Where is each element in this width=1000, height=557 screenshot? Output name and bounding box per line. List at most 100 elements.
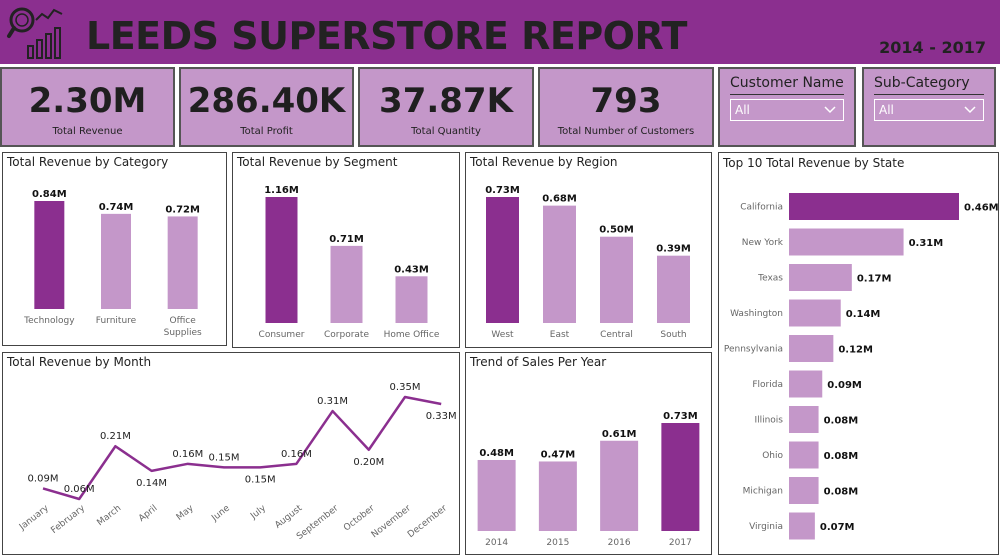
date-range: 2014 - 2017 bbox=[879, 38, 986, 57]
category-label: 2015 bbox=[546, 538, 569, 548]
data-label: 0.12M bbox=[838, 345, 873, 356]
region-bar-chart: 0.73M West 0.68M East 0.50M Central 0.39M South bbox=[485, 185, 691, 340]
data-label: 1.16M bbox=[264, 185, 299, 196]
bar bbox=[789, 335, 834, 362]
chevron-down-icon bbox=[964, 106, 976, 114]
data-label: 0.08M bbox=[824, 416, 859, 427]
data-label: 0.21M bbox=[100, 431, 131, 442]
segment-bar-chart: 1.16M Consumer 0.71M Corporate 0.43M Home Off… bbox=[259, 185, 440, 340]
category-label: Florida bbox=[752, 380, 783, 390]
data-label: 0.46M bbox=[964, 203, 998, 214]
bar bbox=[789, 299, 841, 327]
data-label: 0.43M bbox=[394, 264, 429, 275]
bar bbox=[34, 201, 65, 309]
bar bbox=[789, 512, 815, 540]
chart-revenue-by-region: Total Revenue by Region 0.73M West 0.68M Ea… bbox=[465, 152, 712, 348]
data-label: 0.09M bbox=[28, 473, 59, 484]
bar bbox=[486, 197, 519, 323]
kpi-card-total-revenue: 2.30M Total Revenue bbox=[0, 67, 175, 147]
kpi-card-total-quantity: 37.87K Total Quantity bbox=[358, 67, 534, 147]
data-label: 0.16M bbox=[281, 449, 312, 460]
page-title: LEEDS SUPERSTORE REPORT bbox=[86, 14, 687, 58]
data-label: 0.73M bbox=[485, 185, 520, 196]
category-label: Furniture bbox=[96, 316, 137, 326]
month-line-chart: 0.09M January 0.06M February 0.21M March 0.14M… bbox=[17, 382, 457, 542]
category-label: October bbox=[342, 503, 377, 533]
data-label: 0.71M bbox=[329, 234, 364, 245]
chevron-down-icon bbox=[824, 106, 836, 114]
category-label: Home Office bbox=[384, 330, 440, 340]
bar bbox=[789, 264, 852, 291]
category-label: Office bbox=[170, 316, 197, 326]
slicer-divider bbox=[730, 94, 844, 95]
data-label: 0.39M bbox=[656, 244, 691, 255]
category-label: New York bbox=[742, 238, 784, 248]
slicer-divider bbox=[874, 94, 984, 95]
bar bbox=[477, 459, 516, 531]
category-label: Illinois bbox=[754, 416, 783, 426]
chart-sales-trend-per-year: Trend of Sales Per Year 0.48M 2014 0.47M 20… bbox=[465, 352, 712, 555]
chart-revenue-by-segment: Total Revenue by Segment 1.16M Consumer 0.… bbox=[232, 152, 460, 348]
category-label: April bbox=[137, 503, 159, 524]
slicer-title: Sub-Category bbox=[874, 75, 970, 91]
chart-revenue-by-category: Total Revenue by Category 0.84M Technolog… bbox=[2, 152, 227, 346]
report-header: LEEDS SUPERSTORE REPORT 2014 - 2017 bbox=[0, 0, 1000, 64]
kpi-label: Total Quantity bbox=[411, 126, 481, 137]
category-label: Corporate bbox=[324, 330, 369, 340]
state-bar-chart: California 0.46M New York 0.31M Texas 0.17M Wa… bbox=[724, 193, 998, 540]
category-label: May bbox=[175, 503, 196, 523]
category-label: June bbox=[209, 503, 232, 524]
bar bbox=[789, 370, 823, 398]
data-label: 0.08M bbox=[824, 451, 859, 462]
year-bar-chart: 0.48M 2014 0.47M 2015 0.61M 2016 0.73M 2017 bbox=[477, 411, 700, 548]
category-label: January bbox=[17, 503, 51, 533]
category-label: East bbox=[550, 330, 570, 340]
bar bbox=[543, 205, 576, 323]
category-label: Supplies bbox=[164, 328, 202, 338]
bar bbox=[167, 216, 198, 309]
data-label: 0.15M bbox=[209, 452, 240, 463]
data-label: 0.72M bbox=[165, 204, 200, 215]
category-label: March bbox=[95, 503, 123, 528]
kpi-value: 37.87K bbox=[379, 81, 513, 121]
data-label: 0.68M bbox=[542, 194, 577, 205]
category-label: 2017 bbox=[669, 538, 692, 548]
kpi-card-total-customers: 793 Total Number of Customers bbox=[538, 67, 714, 147]
customer-name-dropdown[interactable]: All bbox=[730, 99, 844, 121]
bar bbox=[395, 276, 428, 323]
series-line bbox=[42, 395, 442, 501]
category-label: South bbox=[660, 330, 686, 340]
data-label: 0.47M bbox=[541, 449, 576, 460]
slicer-sub-category: Sub-Category All bbox=[862, 67, 996, 147]
category-label: West bbox=[491, 330, 514, 340]
dropdown-value: All bbox=[735, 103, 750, 117]
data-label: 0.74M bbox=[99, 202, 134, 213]
data-label: 0.20M bbox=[353, 457, 384, 468]
kpi-card-total-profit: 286.40K Total Profit bbox=[179, 67, 354, 147]
data-label: 0.06M bbox=[64, 484, 95, 495]
category-label: Texas bbox=[757, 274, 783, 284]
data-label: 0.50M bbox=[599, 225, 634, 236]
bar bbox=[789, 193, 959, 220]
dropdown-value: All bbox=[879, 103, 894, 117]
bar bbox=[789, 477, 819, 504]
bar bbox=[657, 255, 690, 323]
kpi-value: 2.30M bbox=[28, 81, 147, 121]
data-label: 0.07M bbox=[820, 522, 855, 533]
bar bbox=[661, 423, 700, 531]
category-label: February bbox=[49, 503, 87, 536]
data-label: 0.61M bbox=[602, 429, 637, 440]
category-label: California bbox=[740, 203, 783, 213]
data-label: 0.17M bbox=[857, 274, 892, 285]
category-label: Virginia bbox=[749, 522, 783, 532]
kpi-label: Total Number of Customers bbox=[557, 126, 695, 137]
data-label: 0.08M bbox=[824, 487, 859, 498]
data-label: 0.73M bbox=[663, 411, 698, 422]
data-label: 0.31M bbox=[317, 396, 348, 407]
data-label: 0.33M bbox=[426, 411, 457, 422]
sub-category-dropdown[interactable]: All bbox=[874, 99, 984, 121]
category-label: December bbox=[406, 503, 449, 540]
category-label: August bbox=[273, 503, 304, 531]
category-label: Pennsylvania bbox=[724, 345, 783, 355]
category-label: Technology bbox=[23, 316, 75, 326]
